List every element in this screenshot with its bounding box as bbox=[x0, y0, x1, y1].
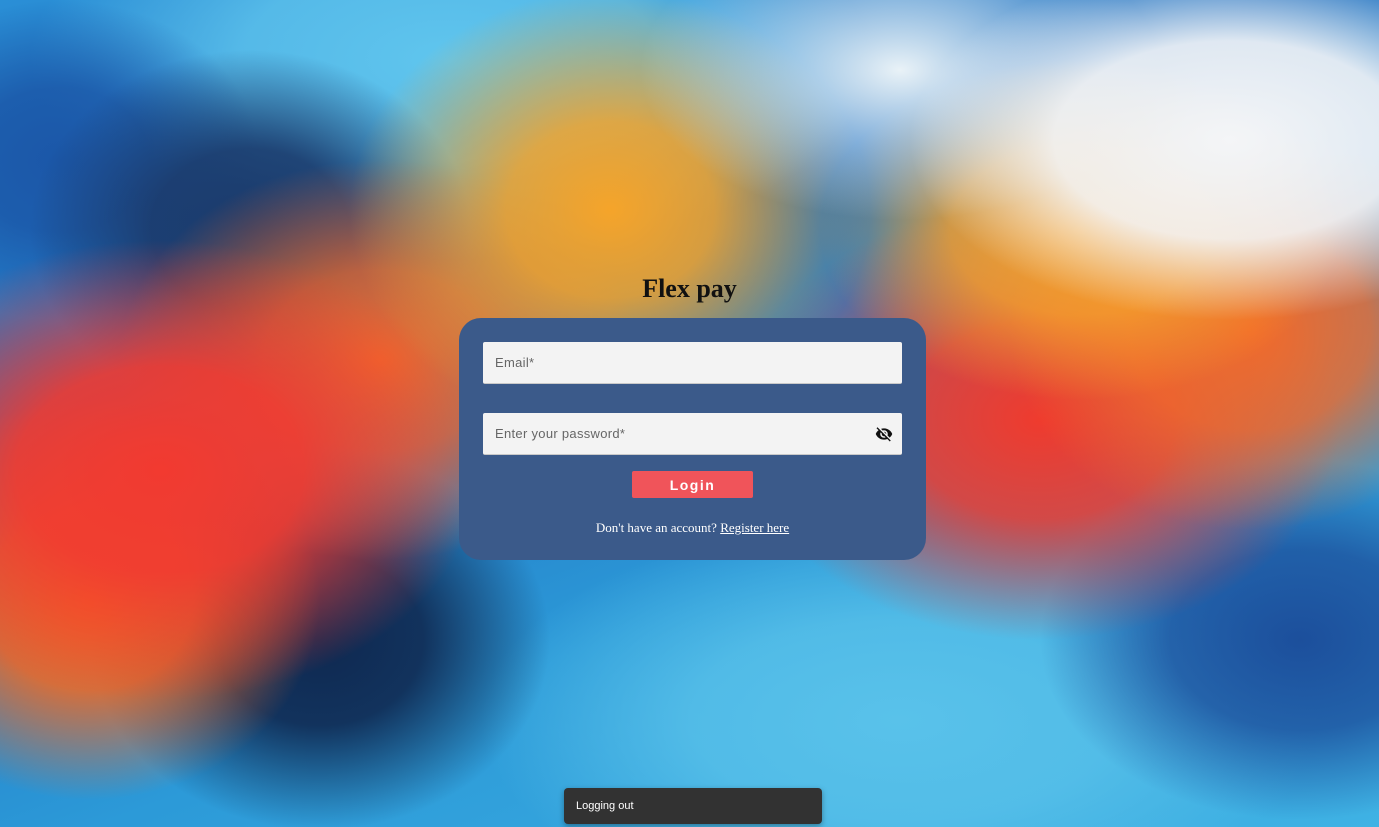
password-field-container bbox=[483, 413, 902, 455]
email-field-container bbox=[483, 342, 902, 384]
register-prompt-line: Don't have an account? Register here bbox=[459, 520, 926, 536]
password-input[interactable] bbox=[483, 413, 902, 454]
app-title: Flex pay bbox=[642, 274, 737, 303]
login-button[interactable]: Login bbox=[632, 471, 753, 498]
register-link[interactable]: Register here bbox=[720, 520, 789, 535]
eye-off-icon[interactable] bbox=[874, 424, 894, 444]
email-input[interactable] bbox=[483, 342, 902, 383]
toast-message: Logging out bbox=[576, 800, 634, 812]
register-prompt-text: Don't have an account? bbox=[595, 520, 717, 535]
login-card: Login Don't have an account? Register he… bbox=[459, 318, 926, 560]
toast-notification: Logging out bbox=[564, 788, 822, 824]
